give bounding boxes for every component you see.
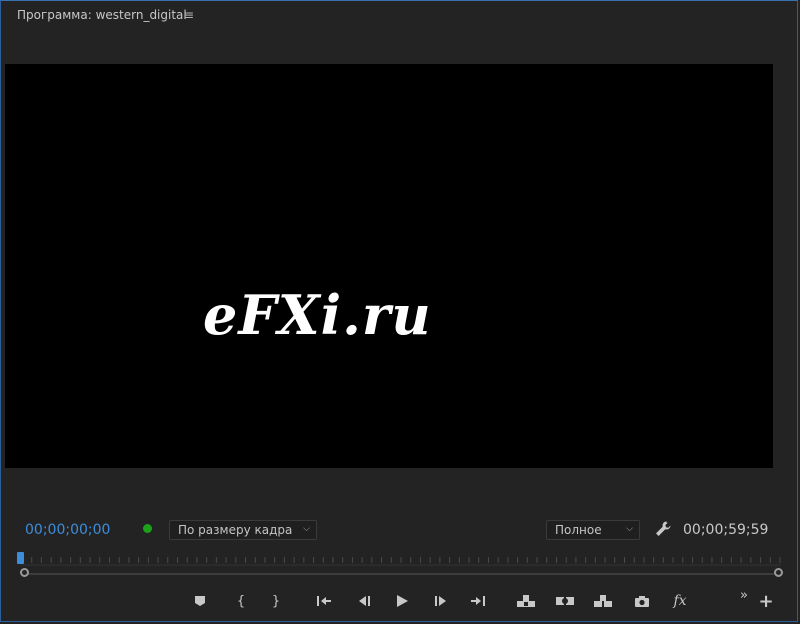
mark-in-icon[interactable]: { [230, 589, 252, 613]
step-back-icon[interactable] [353, 589, 375, 613]
logo-text: eFXi.ru [203, 283, 432, 347]
playback-quality-select[interactable]: Полное ⌵ [546, 520, 640, 540]
zoom-scroll-bar[interactable] [25, 573, 779, 575]
zoom-level-value: По размеру кадра [178, 523, 293, 537]
program-monitor-panel: Программа: western_digital ≡ eFXi.ru 00;… [0, 0, 798, 622]
add-button-icon[interactable]: + [755, 589, 777, 613]
chevron-down-icon: ⌵ [303, 524, 310, 534]
wrench-icon[interactable] [654, 520, 672, 538]
insert-icon[interactable] [592, 589, 614, 613]
zoom-handle-left[interactable] [20, 568, 29, 577]
zoom-handle-right[interactable] [774, 568, 783, 577]
status-dot-icon [143, 524, 152, 533]
zoom-level-select[interactable]: По размеру кадра ⌵ [169, 520, 317, 540]
add-marker-icon[interactable] [189, 589, 211, 613]
panel-header: Программа: western_digital ≡ [1, 1, 799, 31]
chevron-down-icon: ⌵ [626, 524, 633, 534]
hamburger-menu-icon[interactable]: ≡ [184, 8, 194, 22]
time-ruler[interactable] [21, 549, 781, 569]
camera-icon[interactable] [631, 589, 653, 613]
play-icon[interactable] [391, 589, 413, 613]
panel-title[interactable]: Программа: western_digital [17, 8, 187, 22]
more-controls-icon[interactable]: » [733, 583, 755, 607]
duration-timecode: 00;00;59;59 [683, 522, 769, 538]
current-timecode[interactable]: 00;00;00;00 [25, 522, 110, 538]
extract-icon[interactable] [554, 589, 576, 613]
video-preview[interactable]: eFXi.ru [5, 64, 773, 468]
go-to-in-icon[interactable] [313, 589, 335, 613]
playhead-icon[interactable] [17, 552, 24, 564]
step-forward-icon[interactable] [430, 589, 452, 613]
playback-quality-value: Полное [555, 523, 602, 537]
mark-out-icon[interactable]: } [265, 589, 287, 613]
go-to-out-icon[interactable] [467, 589, 489, 613]
transport-controls: { } fx » + [1, 588, 799, 615]
lift-icon[interactable] [515, 589, 537, 613]
fx-icon[interactable]: fx [669, 589, 691, 613]
